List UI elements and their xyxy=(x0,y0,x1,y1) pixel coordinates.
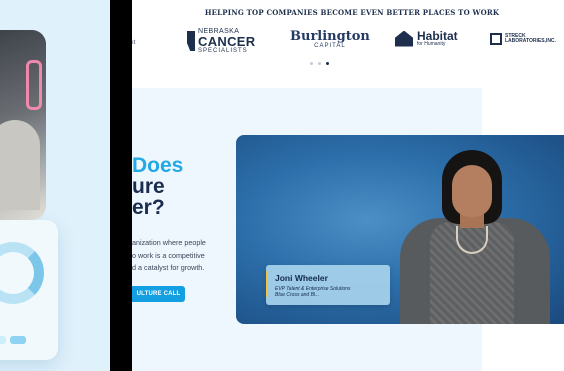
body-line: anization where people xyxy=(132,238,206,247)
carousel-dot[interactable] xyxy=(318,62,321,65)
hero-body-text: anization where people o work is a compe… xyxy=(132,237,232,275)
page: HELPING TOP COMPANIES BECOME EVEN BETTER… xyxy=(0,0,564,371)
neon-sign-graphic xyxy=(26,60,42,110)
heading-line: er? xyxy=(132,196,165,219)
hero-heading: Does ure er? xyxy=(132,155,222,218)
gauge-bar-icon xyxy=(0,336,6,344)
streck-square-icon xyxy=(490,33,502,45)
carousel-dots xyxy=(310,62,329,65)
logo-text: for Humanity xyxy=(417,41,446,47)
carousel-dot[interactable] xyxy=(310,62,313,65)
speaker-title: EVP Talent & Enterprise Solutions Blue C… xyxy=(275,286,351,298)
nebraska-shape-icon xyxy=(187,31,195,51)
carousel-dot-active[interactable] xyxy=(326,62,329,65)
name-card-accent-bar xyxy=(266,271,268,297)
logo-text: SPECIALISTS xyxy=(198,48,248,54)
speaker-face xyxy=(452,165,492,217)
heading-line: ure xyxy=(132,175,165,198)
partial-logo: ıt xyxy=(132,40,136,46)
habitat-logo[interactable]: Habitat for Humanity xyxy=(395,30,458,47)
person-photo-graphic xyxy=(0,120,40,210)
logo-text: LABORATORIES,INC. xyxy=(505,38,556,44)
body-line: d a catalyst for growth. xyxy=(132,263,205,272)
culture-call-button[interactable]: ULTURE CALL xyxy=(132,286,185,302)
left-decorative-panel xyxy=(0,0,110,371)
speaker-name-card: Joni Wheeler EVP Talent & Enterprise Sol… xyxy=(266,265,390,305)
logo-text: Burlington xyxy=(290,29,370,44)
streck-logo[interactable]: STRECK LABORATORIES,INC. xyxy=(490,33,556,45)
burlington-capital-logo[interactable]: Burlington CAPITAL xyxy=(290,30,370,49)
nebraska-cancer-logo[interactable]: NEBRASKA CANCER SPECIALISTS xyxy=(187,28,255,54)
house-icon xyxy=(395,30,413,47)
logo-text: CANCER xyxy=(198,34,256,49)
heading-line: Does xyxy=(132,154,184,177)
header-title: HELPING TOP COMPANIES BECOME EVEN BETTER… xyxy=(204,8,500,17)
speaker-name: Joni Wheeler xyxy=(275,273,328,283)
black-divider xyxy=(110,0,132,371)
logo-text: CAPITAL xyxy=(314,43,346,49)
body-line: o work is a competitive xyxy=(132,250,205,260)
gauge-bar-icon xyxy=(10,336,26,344)
client-logos-header: HELPING TOP COMPANIES BECOME EVEN BETTER… xyxy=(132,0,564,80)
speaker-title-line: Blue Cross and Bl... xyxy=(275,292,320,298)
